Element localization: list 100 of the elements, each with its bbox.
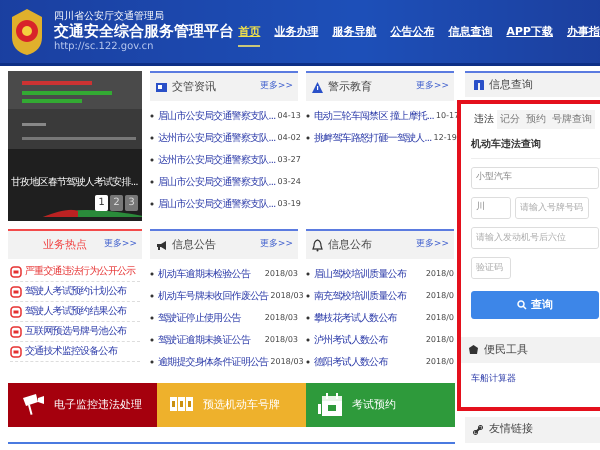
news-link[interactable]: 南充驾校培训质量公布 bbox=[314, 288, 424, 304]
news-link[interactable]: 电动三轮车闯禁区 撞上摩托... bbox=[314, 108, 434, 124]
bullet-icon bbox=[150, 316, 154, 320]
news-date: 2018/03 bbox=[264, 334, 298, 346]
more-link[interactable]: 更多>> bbox=[260, 80, 293, 94]
bullet-icon bbox=[150, 158, 154, 162]
news-link[interactable]: 攀枝花考试人数公布 bbox=[314, 310, 424, 326]
panel-title: 业务热点 bbox=[43, 236, 87, 253]
nav-link[interactable]: APP下载 bbox=[506, 24, 553, 47]
hot-item-link[interactable]: 驾驶人考试预约计划公布 bbox=[10, 282, 140, 302]
news-link[interactable]: 眉山市公安局交通警察支队... bbox=[158, 196, 276, 212]
hot-item-link[interactable]: 严重交通违法行为公开公示 bbox=[10, 262, 140, 282]
news-date: 2018/0 bbox=[426, 268, 454, 280]
nav-link[interactable]: 公告公布 bbox=[390, 24, 434, 47]
more-link[interactable]: 更多>> bbox=[104, 238, 137, 252]
bell-icon bbox=[311, 238, 324, 252]
vehicle-type-select[interactable]: 小型汽车 bbox=[471, 167, 599, 189]
document-icon bbox=[10, 266, 22, 278]
feature-banner[interactable]: 考试预约 bbox=[306, 383, 455, 427]
news-link[interactable]: 德阳考试人数公布 bbox=[314, 354, 424, 370]
captcha-field[interactable]: 验证码 bbox=[471, 257, 511, 279]
megaphone-icon bbox=[155, 238, 168, 252]
bullet-icon bbox=[150, 360, 154, 364]
news-link[interactable]: 泸州考试人数公布 bbox=[314, 332, 424, 348]
news-link[interactable]: 机动车号牌未收回作废公告 bbox=[158, 288, 268, 304]
site-url: http://sc.122.gov.cn bbox=[54, 41, 154, 52]
search-icon bbox=[517, 300, 527, 310]
link-icon bbox=[473, 424, 483, 434]
news-link[interactable]: 达州市公安局交通警察支队... bbox=[158, 152, 276, 168]
news-date: 03-19 bbox=[278, 198, 301, 210]
tool-link[interactable]: 车船计算器 bbox=[471, 373, 516, 386]
hot-item-link[interactable]: 驾驶人考试预约结果公布 bbox=[10, 302, 140, 322]
news-date: 2018/0 bbox=[426, 312, 454, 324]
more-link[interactable]: 更多>> bbox=[416, 80, 449, 94]
news-link[interactable]: 驾驶证停止使用公告 bbox=[158, 310, 263, 326]
more-link[interactable]: 更多>> bbox=[416, 238, 449, 252]
carousel-caption-text: 甘孜地区春节驾驶人考试安排... bbox=[11, 176, 138, 190]
more-link[interactable]: 更多>> bbox=[260, 238, 293, 252]
document-icon bbox=[10, 346, 22, 358]
hot-item-link[interactable]: 互联网预选号牌号池公布 bbox=[10, 322, 140, 342]
news-date: 03-27 bbox=[278, 154, 301, 166]
news-date: 2018/03 bbox=[270, 356, 304, 368]
section-title: 友情链接 bbox=[489, 421, 533, 438]
news-link[interactable]: 眉山市公安局交通警察支队... bbox=[158, 108, 276, 124]
news-link[interactable]: 机动车逾期未检验公告 bbox=[158, 266, 263, 282]
news-link[interactable]: 眉山驾校培训质量公布 bbox=[314, 266, 424, 282]
panel-title: 信息公布 bbox=[328, 236, 372, 253]
plate-number-field[interactable]: 请输入号牌号码 bbox=[515, 197, 589, 219]
news-date: 2018/03 bbox=[264, 312, 298, 324]
nav-link[interactable]: 信息查询 bbox=[448, 24, 492, 47]
province-select[interactable]: 川 bbox=[471, 197, 511, 219]
organization-name: 四川省公安厅交通管理局 bbox=[54, 10, 165, 22]
query-tab[interactable]: 号牌查询 bbox=[549, 110, 595, 129]
panel-title: 信息公告 bbox=[172, 236, 216, 253]
news-date: 12-19 bbox=[434, 132, 457, 144]
news-icon bbox=[155, 80, 168, 94]
document-icon bbox=[10, 326, 22, 338]
nav-link[interactable]: 办事指 bbox=[567, 24, 600, 47]
nav-link[interactable]: 服务导航 bbox=[332, 24, 376, 47]
news-date: 03-24 bbox=[278, 176, 301, 188]
bullet-icon bbox=[150, 136, 154, 140]
feature-banner[interactable]: 电子监控违法处理 bbox=[8, 383, 157, 427]
news-date: 2018/0 bbox=[426, 356, 454, 368]
section-title: 便民工具 bbox=[484, 342, 528, 358]
site-title: 交通安全综合服务管理平台 bbox=[54, 22, 234, 41]
nav-link[interactable]: 首页 bbox=[238, 24, 260, 47]
bullet-icon bbox=[150, 202, 154, 206]
bullet-icon bbox=[150, 180, 154, 184]
news-date: 04-13 bbox=[278, 110, 301, 122]
bullet-icon bbox=[150, 294, 154, 298]
carousel-page-button[interactable]: 1 bbox=[95, 195, 108, 211]
bullet-icon bbox=[306, 360, 310, 364]
camera-icon bbox=[20, 392, 46, 418]
news-link[interactable]: 挑衅驾车路怒打砸一驾驶人... bbox=[314, 130, 432, 146]
news-link[interactable]: 达州市公安局交通警察支队... bbox=[158, 130, 276, 146]
news-date: 2018/0 bbox=[426, 334, 454, 346]
news-date: 04-02 bbox=[278, 132, 301, 144]
bullet-icon bbox=[306, 136, 310, 140]
hot-item-link[interactable]: 交通技术监控设备公布 bbox=[10, 342, 140, 362]
query-tab[interactable]: 记分 bbox=[497, 110, 523, 129]
query-button[interactable]: 查询 bbox=[471, 291, 599, 319]
warning-icon bbox=[311, 80, 324, 94]
engine-number-field[interactable]: 请输入发动机号后六位 bbox=[471, 227, 599, 249]
bullet-icon bbox=[306, 294, 310, 298]
bullet-icon bbox=[306, 316, 310, 320]
news-link[interactable]: 眉山市公安局交通警察支队... bbox=[158, 174, 276, 190]
news-date: 2018/03 bbox=[264, 268, 298, 280]
bullet-icon bbox=[306, 114, 310, 118]
bullet-icon bbox=[150, 114, 154, 118]
form-title: 机动车违法查询 bbox=[471, 129, 600, 159]
query-tab[interactable]: 预约 bbox=[523, 110, 549, 129]
bullet-icon bbox=[150, 338, 154, 342]
news-link[interactable]: 逾期提交身体条件证明公告 bbox=[158, 354, 268, 370]
nav-link[interactable]: 业务办理 bbox=[274, 24, 318, 47]
news-link[interactable]: 驾驶证逾期未换证公告 bbox=[158, 332, 263, 348]
calendar-icon bbox=[318, 392, 344, 418]
panel-title: 交管资讯 bbox=[172, 78, 216, 95]
panel-title: 信息查询 bbox=[489, 76, 533, 93]
panel-title: 警示教育 bbox=[328, 78, 372, 95]
document-icon bbox=[10, 306, 22, 318]
